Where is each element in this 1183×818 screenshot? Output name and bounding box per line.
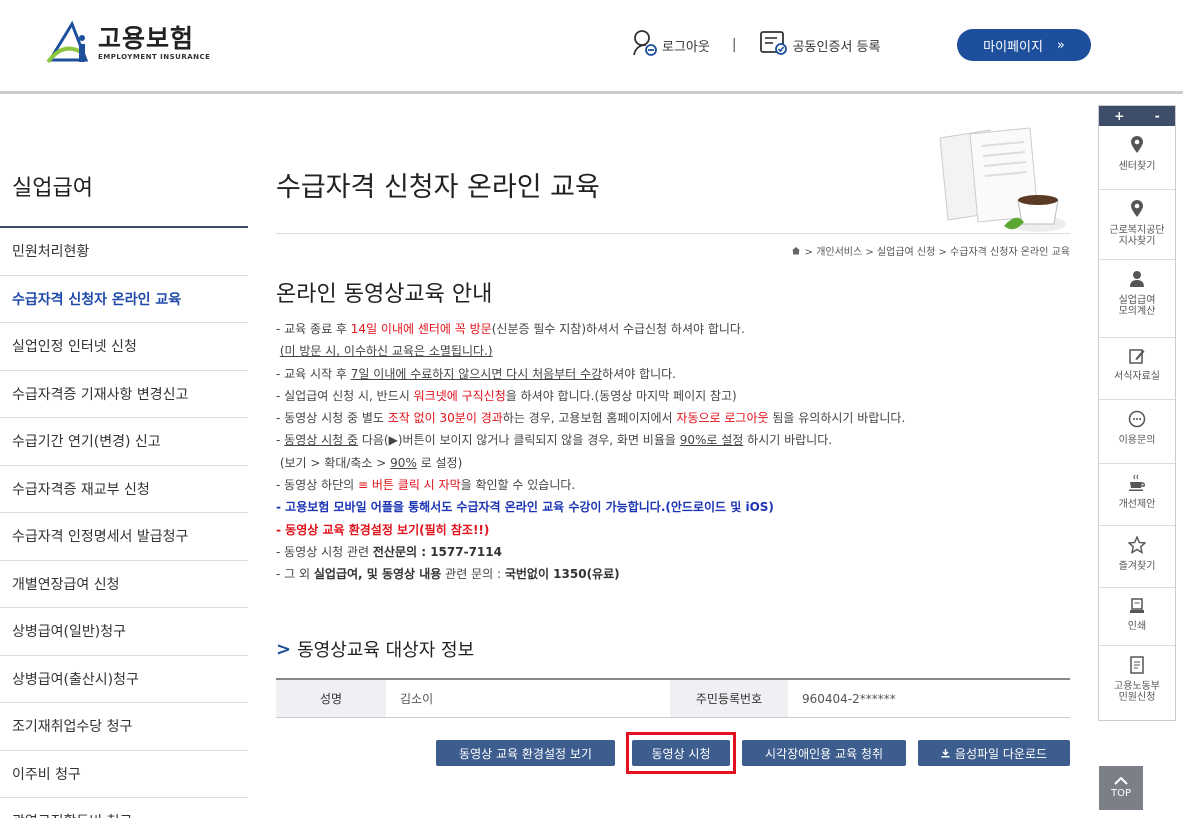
person-icon	[1129, 270, 1145, 295]
sidebar-item-complaint-status[interactable]: 민원처리현황	[0, 228, 248, 276]
logo-title: 고용보험	[98, 24, 195, 53]
rrn-value: 960404-2******	[802, 691, 896, 706]
quick-moel-complaint[interactable]: 고용노동부 민원신청	[1099, 646, 1175, 712]
logout-link[interactable]: 로그아웃	[632, 29, 710, 61]
sidebar-item-online-education[interactable]: 수급자격 신청자 온라인 교육	[0, 276, 248, 323]
subject-info-title: > 동영상교육 대상자 정보	[276, 636, 474, 662]
logo[interactable]: 고용보험 EMPLOYMENT INSURANCE	[44, 20, 210, 66]
title-divider	[276, 233, 1070, 234]
mypage-label: 마이페이지	[983, 39, 1043, 55]
name-header: 성명	[276, 680, 386, 717]
chat-bubble-icon	[1128, 410, 1146, 435]
guide-line: - 그 외 실업급여, 및 동영상 내용 관련 문의 : 국번없이 1350(유…	[276, 567, 620, 582]
sidebar-title: 실업급여	[12, 176, 93, 201]
guide-line: (보기 > 확대/축소 > 90% 로 설정)	[279, 455, 463, 470]
guide-line: - 교육 시작 후 7일 이내에 수료하지 않으시면 다시 처음부터 수강하셔야…	[276, 366, 676, 381]
guide-line: - 고용보험 모바일 어플을 통해서도 수급자격 온라인 교육 수강이 가능합니…	[276, 500, 774, 515]
section-title: 온라인 동영상교육 안내	[276, 282, 493, 307]
document-coffee-illustration	[920, 126, 1070, 238]
audio-download-label: 음성파일 다운로드	[954, 746, 1048, 761]
visual-impaired-button[interactable]: 시각장애인용 교육 청취	[742, 740, 906, 766]
quick-benefit-calculator[interactable]: 실업급여 모의계산	[1099, 260, 1175, 338]
quick-favorites[interactable]: 즐겨찾기	[1099, 526, 1175, 588]
scroll-top-button[interactable]: TOP	[1099, 766, 1143, 810]
sidebar-item-period-extension[interactable]: 수급기간 연기(변경) 신고	[0, 418, 248, 466]
quick-menu: + - 센터찾기 근로복지공단 지사찾기 실업급여 모의계산 서식자료실 이용문…	[1098, 105, 1176, 721]
zoom-out-button[interactable]: -	[1155, 109, 1160, 123]
print-icon	[1129, 598, 1145, 621]
page-title: 수급자격 신청자 온라인 교육	[276, 172, 600, 203]
audio-download-button[interactable]: 음성파일 다운로드	[918, 740, 1070, 766]
download-icon	[941, 748, 950, 758]
sidebar-item-sickness-general[interactable]: 상병급여(일반)청구	[0, 608, 248, 656]
quick-inquiry[interactable]: 이용문의	[1099, 400, 1175, 464]
sidebar-item-certificate-issue[interactable]: 수급자격 인정명세서 발급청구	[0, 513, 248, 561]
education-guide: - 교육 종료 후 14일 이내에 센터에 꼭 방문(신분증 필수 지참)하셔서…	[276, 318, 1076, 586]
chevron-up-icon	[1114, 776, 1128, 788]
env-settings-link[interactable]: - 동영상 교육 환경설정 보기(필히 참조!!)	[276, 519, 1076, 541]
header-separator: |	[731, 37, 737, 53]
double-chevron-right-icon: »	[1056, 37, 1065, 53]
logo-icon	[44, 20, 94, 66]
env-settings-button[interactable]: 동영상 교육 환경설정 보기	[436, 740, 615, 766]
logout-label: 로그아웃	[662, 39, 710, 55]
watch-video-button[interactable]: 동영상 시청	[632, 740, 730, 766]
guide-line: - 교육 종료 후 14일 이내에 센터에 꼭 방문(신분증 필수 지참)하셔서…	[276, 322, 745, 336]
sidebar-item-sickness-childbirth[interactable]: 상병급여(출산시)청구	[0, 656, 248, 703]
star-icon	[1127, 535, 1147, 561]
guide-line: (미 방문 시, 이수하신 교육은 소멸됩니다.)	[279, 344, 493, 359]
home-icon[interactable]	[791, 247, 804, 258]
guide-line: - 동영상 시청 중 다음(▶)버튼이 보이지 않거나 클릭되지 않을 경우, …	[276, 433, 833, 448]
quick-print[interactable]: 인쇄	[1099, 588, 1175, 646]
guide-line: - 동영상 시청 중 별도 조작 없이 30분이 경과하는 경우, 고용보험 홈…	[276, 411, 906, 426]
edit-icon	[1129, 348, 1145, 371]
certificate-icon	[759, 29, 793, 61]
cert-register-label: 공동인증서 등록	[792, 39, 881, 55]
quick-menu-header: + -	[1099, 106, 1175, 126]
guide-line: - 동영상 시청 관련 전산문의 : 1577-7114	[276, 544, 502, 559]
sidebar-menu: 민원처리현황 수급자격 신청자 온라인 교육 실업인정 인터넷 신청 수급자격증…	[0, 226, 248, 818]
coffee-cup-icon	[1128, 474, 1146, 499]
guide-line: - 실업급여 신청 시, 반드시 워크넷에 구직신청을 하셔야 합니다.(동영상…	[276, 388, 737, 403]
document-icon	[1129, 656, 1145, 681]
cert-register-link[interactable]: 공동인증서 등록	[759, 29, 881, 61]
sidebar-item-relocation[interactable]: 이주비 청구	[0, 751, 248, 798]
quick-center-search[interactable]: 센터찾기	[1099, 126, 1175, 190]
quick-branch-search[interactable]: 근로복지공단 지사찾기	[1099, 190, 1175, 260]
sidebar-item-job-search-expense[interactable]: 광역구직활동비 청구	[0, 798, 248, 818]
subject-info-table: 성명 김소이 주민등록번호 960404-2******	[276, 678, 1070, 718]
mypage-button[interactable]: 마이페이지 »	[957, 29, 1091, 61]
location-pin-icon	[1130, 136, 1144, 161]
name-value: 김소이	[400, 692, 434, 706]
sidebar-item-qualification-change[interactable]: 수급자격증 기재사항 변경신고	[0, 371, 248, 418]
site-header: 고용보험 EMPLOYMENT INSURANCE 로그아웃 | 공동인증서 등…	[0, 0, 1183, 94]
chevron-right-icon: >	[276, 638, 292, 660]
sidebar-item-individual-extension[interactable]: 개별연장급여 신청	[0, 561, 248, 608]
sidebar-item-unemployment-recognition[interactable]: 실업인정 인터넷 신청	[0, 323, 248, 371]
logo-subtitle: EMPLOYMENT INSURANCE	[98, 53, 211, 61]
location-pin-icon	[1130, 200, 1144, 225]
subject-info-label: 동영상교육 대상자 정보	[297, 640, 475, 661]
logout-icon	[632, 29, 662, 61]
guide-line: - 동영상 하단의 ≡ 버튼 클릭 시 자막을 확인할 수 있습니다.	[276, 478, 576, 493]
sidebar-item-reissue[interactable]: 수급자격증 재교부 신청	[0, 466, 248, 513]
quick-forms-library[interactable]: 서식자료실	[1099, 338, 1175, 400]
breadcrumb-path: > 개인서비스 > 실업급여 신청 > 수급자격 신청자 온라인 교육	[804, 247, 1070, 258]
rrn-header: 주민등록번호	[670, 680, 788, 717]
breadcrumb: > 개인서비스 > 실업급여 신청 > 수급자격 신청자 온라인 교육	[700, 243, 1070, 258]
top-label: TOP	[1110, 788, 1131, 799]
sidebar-item-early-reemployment[interactable]: 조기재취업수당 청구	[0, 703, 248, 751]
zoom-in-button[interactable]: +	[1114, 109, 1124, 123]
quick-suggestion[interactable]: 개선제안	[1099, 464, 1175, 526]
